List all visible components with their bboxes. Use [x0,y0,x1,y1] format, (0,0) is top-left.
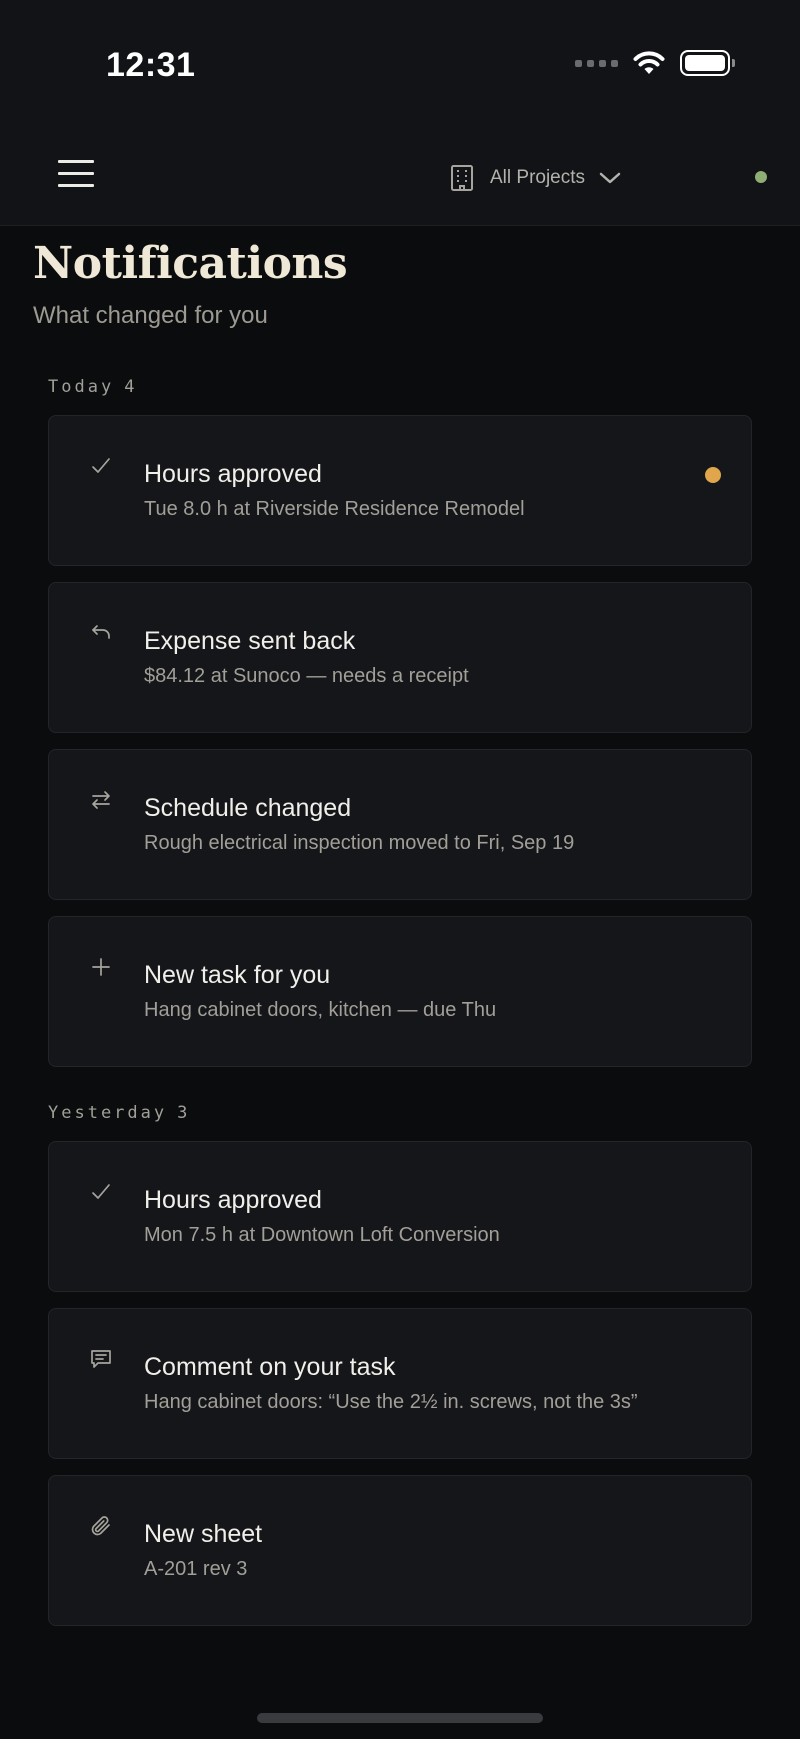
notification-item[interactable]: Expense sent back $84.12 at Sunoco — nee… [48,582,752,733]
status-icons [575,50,735,76]
notification-item[interactable]: Hours approved Tue 8.0 h at Riverside Re… [48,415,752,566]
notification-item[interactable]: Hours approved Mon 7.5 h at Downtown Lof… [48,1141,752,1292]
section-label-text: Yesterday [48,1103,168,1123]
status-time: 12:31 [106,46,196,84]
plus-icon [89,955,113,979]
notification-description: $84.12 at Sunoco — needs a receipt [144,665,469,687]
notification-title: Hours approved [144,1186,322,1214]
notification-title: New task for you [144,961,331,989]
notification-title: Schedule changed [144,794,352,822]
cellular-signal-icon [575,59,618,67]
paperclip-icon [89,1514,113,1538]
project-switcher-label: All Projects [490,167,586,188]
notification-title: Comment on your task [144,1353,396,1381]
section-label-text: Today [48,377,115,397]
project-switcher[interactable]: All Projects [450,160,621,196]
check-icon [89,454,113,478]
chevron-down-icon [599,172,621,184]
swap-arrows-icon [89,788,113,812]
notification-description: Mon 7.5 h at Downtown Loft Conversion [144,1224,500,1246]
notification-title: New sheet [144,1520,263,1548]
undo-icon [89,621,113,645]
app-header: All Projects [0,130,800,226]
notification-title: Hours approved [144,460,322,488]
menu-icon[interactable] [58,160,94,190]
wifi-icon [633,51,665,74]
comment-icon [89,1347,113,1371]
section-label-yesterday: Yesterday 3 [48,1103,190,1123]
section-count: 3 [177,1103,191,1123]
section-label-today: Today 4 [48,377,137,397]
battery-icon [680,50,735,76]
page-title: Notifications [33,238,348,289]
notification-title: Expense sent back [144,627,356,655]
notification-item[interactable]: Schedule changed Rough electrical inspec… [48,749,752,900]
notification-description: Hang cabinet doors: “Use the 2½ in. scre… [144,1391,638,1413]
notification-description: Rough electrical inspection moved to Fri… [144,832,575,854]
notification-description: Tue 8.0 h at Riverside Residence Remodel [144,498,525,520]
connection-status-dot [755,171,767,183]
check-icon [89,1180,113,1204]
notification-item[interactable]: Comment on your task Hang cabinet doors:… [48,1308,752,1459]
notification-item[interactable]: New sheet A-201 rev 3 [48,1475,752,1626]
notification-item[interactable]: New task for you Hang cabinet doors, kit… [48,916,752,1067]
status-bar: 12:31 [0,0,800,130]
notification-description: A-201 rev 3 [144,1558,248,1580]
section-count: 4 [124,377,138,397]
home-indicator[interactable] [257,1713,543,1723]
unread-indicator [705,467,721,483]
page-subtitle: What changed for you [33,302,268,329]
building-icon [451,165,473,191]
notification-description: Hang cabinet doors, kitchen — due Thu [144,999,497,1021]
